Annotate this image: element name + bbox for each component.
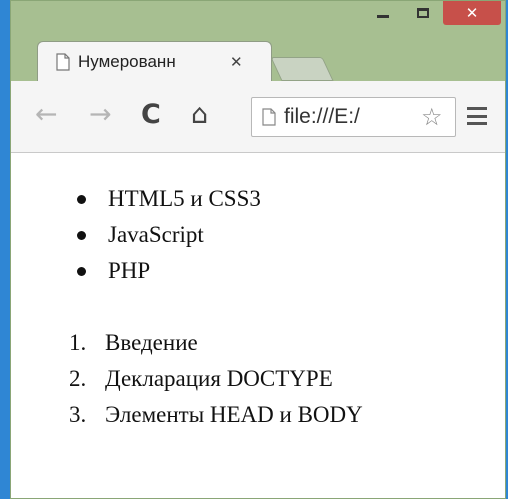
list-item-text: HTML5 и CSS3 bbox=[108, 186, 261, 211]
window-controls: ✕ bbox=[363, 1, 501, 31]
list-item-text: PHP bbox=[108, 258, 151, 283]
browser-toolbar: ← → C ⌂ file:///E:/ ☆ bbox=[11, 81, 505, 153]
home-icon[interactable]: ⌂ bbox=[191, 99, 208, 130]
bullet bbox=[77, 266, 86, 276]
bookmark-star-icon[interactable]: ☆ bbox=[421, 103, 443, 131]
list-item: HTML5 и CSS3 bbox=[77, 181, 261, 217]
ordered-list: 1. Введение 2. Декларация DOCTYPE 3. Элемен… bbox=[69, 325, 363, 433]
list-number: 2. bbox=[69, 366, 87, 391]
minimize-icon bbox=[377, 14, 389, 18]
list-item: JavaScript bbox=[77, 217, 261, 253]
unordered-list: HTML5 и CSS3 JavaScript PHP bbox=[77, 181, 261, 289]
bullet bbox=[77, 194, 86, 204]
list-item: 3. Элементы HEAD и BODY bbox=[69, 397, 363, 433]
address-bar[interactable]: file:///E:/ ☆ bbox=[251, 97, 456, 137]
menu-bar bbox=[467, 122, 487, 125]
browser-window: ✕ Нумерованн ✕ ← → C ⌂ file:///E:/ ☆ HTM… bbox=[10, 0, 506, 499]
menu-bar bbox=[467, 107, 487, 110]
tab-close-icon[interactable]: ✕ bbox=[230, 53, 243, 71]
maximize-icon bbox=[417, 8, 429, 18]
url-text[interactable]: file:///E:/ bbox=[284, 105, 419, 129]
list-number: 3. bbox=[69, 402, 87, 427]
bullet bbox=[77, 230, 86, 240]
list-item-text: JavaScript bbox=[108, 222, 204, 247]
page-icon bbox=[262, 108, 276, 126]
maximize-button[interactable] bbox=[403, 1, 443, 25]
new-tab-button[interactable] bbox=[270, 57, 334, 81]
menu-icon[interactable] bbox=[467, 107, 487, 125]
list-item-text: Элементы HEAD и BODY bbox=[105, 402, 363, 427]
page-content: HTML5 и CSS3 JavaScript PHP 1. Введение 2… bbox=[11, 153, 505, 498]
back-arrow-icon[interactable]: ← bbox=[35, 99, 58, 130]
tab-active[interactable]: Нумерованн ✕ bbox=[37, 41, 272, 82]
reload-icon[interactable]: C bbox=[141, 99, 161, 130]
list-number: 1. bbox=[69, 330, 87, 355]
list-item-text: Введение bbox=[105, 330, 198, 355]
close-icon: ✕ bbox=[465, 4, 479, 22]
list-item-text: Декларация DOCTYPE bbox=[105, 366, 333, 391]
menu-bar bbox=[467, 114, 487, 118]
tab-title: Нумерованн bbox=[78, 52, 176, 71]
list-item: PHP bbox=[77, 253, 261, 289]
forward-arrow-icon[interactable]: → bbox=[89, 99, 112, 130]
minimize-button[interactable] bbox=[363, 1, 403, 25]
list-item: 1. Введение bbox=[69, 325, 363, 361]
page-icon bbox=[56, 53, 70, 71]
close-window-button[interactable]: ✕ bbox=[443, 1, 501, 25]
list-item: 2. Декларация DOCTYPE bbox=[69, 361, 363, 397]
